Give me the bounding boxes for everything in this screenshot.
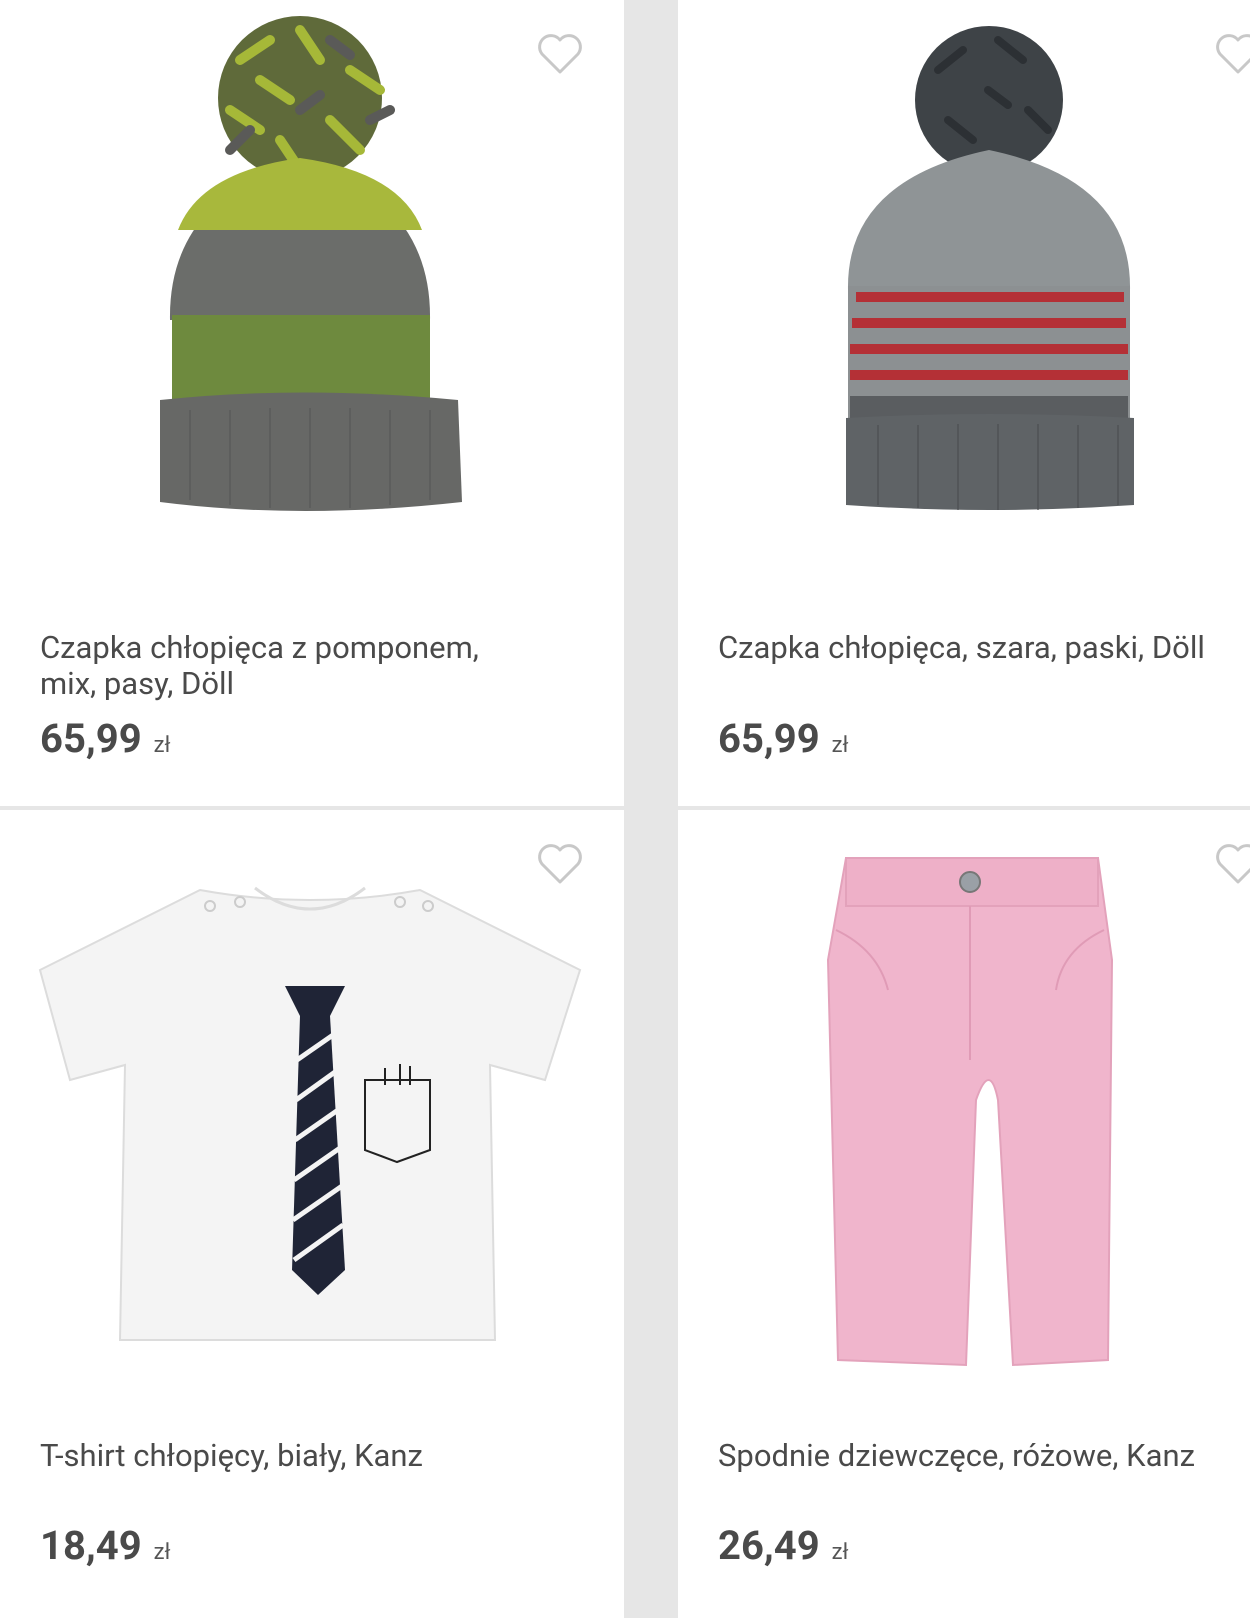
- product-name[interactable]: Czapka chłopięca, szara, paski, Döll: [718, 630, 1250, 666]
- product-card[interactable]: Spodnie dziewczęce, różowe, Kanz 26,49 zł: [678, 810, 1250, 1618]
- favorite-heart-icon[interactable]: [536, 842, 584, 886]
- price-value: 65,99: [40, 715, 142, 762]
- price-currency: zł: [831, 1540, 849, 1565]
- product-image-hat-green[interactable]: [0, 0, 624, 580]
- product-name[interactable]: T-shirt chłopięcy, biały, Kanz: [40, 1438, 600, 1474]
- product-image-trousers[interactable]: [678, 810, 1250, 1390]
- product-price: 65,99 zł: [40, 715, 171, 770]
- product-grid: Czapka chłopięca z pomponem, mix, pasy, …: [0, 0, 1250, 1618]
- product-card[interactable]: T-shirt chłopięcy, biały, Kanz 18,49 zł: [0, 810, 624, 1618]
- price-value: 26,49: [718, 1522, 820, 1569]
- product-name[interactable]: Czapka chłopięca z pomponem, mix, pasy, …: [40, 630, 600, 702]
- price-currency: zł: [153, 733, 171, 758]
- product-card[interactable]: Czapka chłopięca z pomponem, mix, pasy, …: [0, 0, 624, 806]
- product-price: 65,99 zł: [718, 715, 849, 770]
- product-price: 26,49 zł: [718, 1522, 849, 1577]
- price-value: 18,49: [40, 1522, 142, 1569]
- product-card[interactable]: Czapka chłopięca, szara, paski, Döll 65,…: [678, 0, 1250, 806]
- favorite-heart-icon[interactable]: [1214, 32, 1250, 76]
- price-currency: zł: [153, 1540, 171, 1565]
- product-name[interactable]: Spodnie dziewczęce, różowe, Kanz: [718, 1438, 1250, 1474]
- product-price: 18,49 zł: [40, 1522, 171, 1577]
- price-value: 65,99: [718, 715, 820, 762]
- price-currency: zł: [831, 733, 849, 758]
- favorite-heart-icon[interactable]: [1214, 842, 1250, 886]
- favorite-heart-icon[interactable]: [536, 32, 584, 76]
- product-image-tshirt[interactable]: [0, 810, 624, 1390]
- product-image-hat-grey-red[interactable]: [678, 0, 1250, 580]
